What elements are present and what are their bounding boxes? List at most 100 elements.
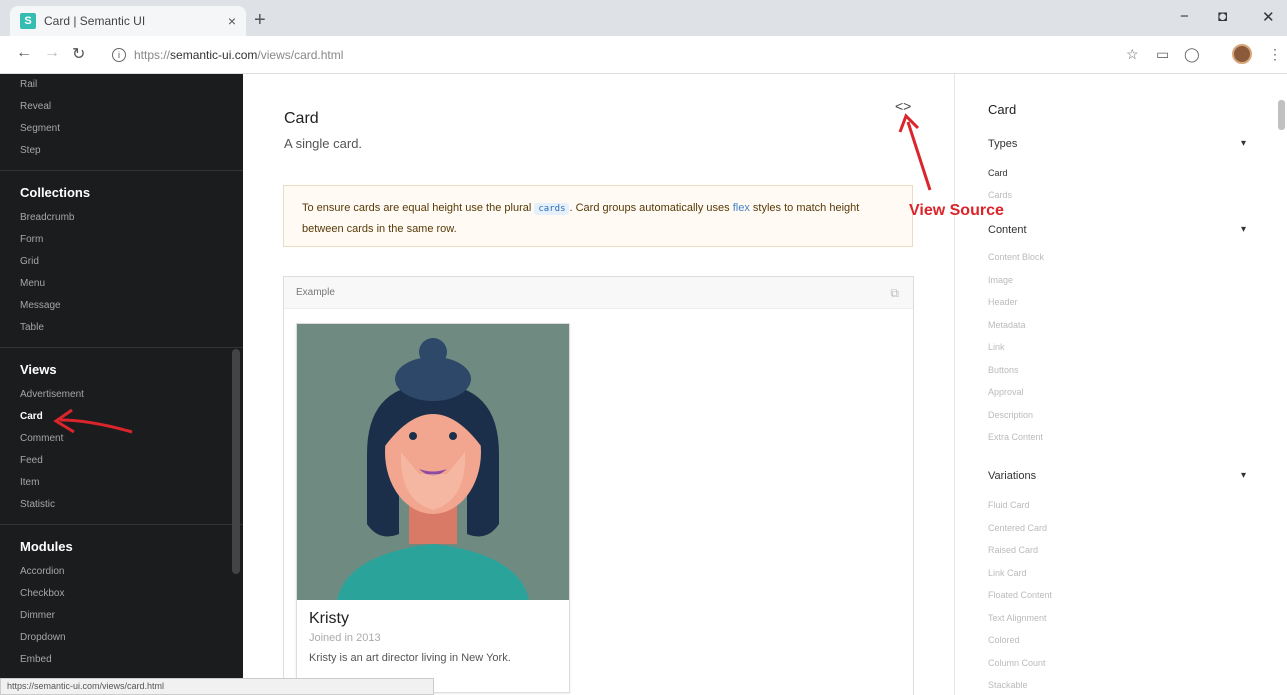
minimize-button[interactable]: − [1180, 8, 1189, 25]
toc-item-description[interactable]: Description [988, 410, 1033, 420]
caret-down-icon[interactable]: ▾ [1241, 470, 1246, 481]
toc-item-card[interactable]: Card [988, 168, 1008, 178]
card-image [297, 324, 569, 600]
toc-section-types[interactable]: Types [988, 138, 1017, 150]
caret-down-icon[interactable]: ▾ [1241, 224, 1246, 235]
view-source-annotation: View Source [909, 202, 1004, 219]
card-meta: Joined in 2013 [309, 632, 381, 644]
forward-arrow-icon[interactable]: → [44, 44, 60, 62]
sidebar-item-accordion[interactable]: Accordion [0, 561, 243, 583]
main-content: Card A single card. <> To ensure cards a… [243, 74, 954, 695]
toc-item-cards[interactable]: Cards [988, 190, 1012, 200]
toc-item-raised-card[interactable]: Raised Card [988, 545, 1038, 555]
sidebar-item-segment[interactable]: Segment [0, 118, 243, 140]
toc-item-approval[interactable]: Approval [988, 387, 1024, 397]
tab-close-icon[interactable]: × [228, 13, 236, 29]
browser-tab[interactable]: S Card | Semantic UI × [10, 6, 246, 36]
toc-item-link[interactable]: Link [988, 342, 1005, 352]
toc-section-variations[interactable]: Variations [988, 470, 1036, 482]
status-bar-url: https://semantic-ui.com/views/card.html [0, 678, 434, 695]
toc-item-colored[interactable]: Colored [988, 635, 1020, 645]
toc-title: Card [988, 102, 1017, 117]
sidebar-item-message[interactable]: Message [0, 295, 243, 317]
sidebar-item-form[interactable]: Form [0, 229, 243, 251]
bookmark-star-icon[interactable]: ☆ [1126, 46, 1139, 63]
example-segment: Example ⧉ Kristy Joined in 2013 Kristy i… [283, 276, 914, 695]
sidebar-item-step[interactable]: Step [0, 140, 243, 162]
profile-avatar[interactable] [1232, 44, 1252, 64]
info-icon[interactable]: i [112, 48, 126, 62]
avatar-illustration [297, 324, 569, 600]
toc-item-extra-content[interactable]: Extra Content [988, 432, 1043, 442]
sidebar-item-checkbox[interactable]: Checkbox [0, 583, 243, 605]
caret-down-icon[interactable]: ▾ [1241, 138, 1246, 149]
sidebar-item-grid[interactable]: Grid [0, 251, 243, 273]
card[interactable]: Kristy Joined in 2013 Kristy is an art d… [296, 323, 570, 693]
sidebar-item-menu[interactable]: Menu [0, 273, 243, 295]
card-description: Kristy is an art director living in New … [309, 652, 511, 664]
note-text-mid: . Card groups automatically uses [569, 202, 730, 214]
sidebar-item-table[interactable]: Table [0, 317, 243, 339]
sidebar-item-card[interactable]: Card [0, 406, 243, 428]
sidebar-header-modules: Modules [20, 539, 73, 554]
example-label: Example [296, 287, 335, 298]
divider [0, 170, 243, 171]
browser-toolbar: ← → ↻ i https://semantic-ui.com/views/ca… [0, 36, 1287, 74]
toc-item-column-count[interactable]: Column Count [988, 658, 1046, 668]
new-tab-button[interactable]: + [254, 9, 266, 32]
toc-item-stackable[interactable]: Stackable [988, 680, 1028, 690]
info-message: To ensure cards are equal height use the… [283, 185, 913, 247]
example-header: Example ⧉ [284, 277, 913, 309]
sidebar-item-feed[interactable]: Feed [0, 450, 243, 472]
toc-item-metadata[interactable]: Metadata [988, 320, 1026, 330]
toc-item-image[interactable]: Image [988, 275, 1013, 285]
sidebar-item-rail[interactable]: Rail [0, 74, 243, 96]
extension-icon[interactable]: ◯ [1184, 46, 1200, 63]
sidebar-item-embed[interactable]: Embed [0, 649, 243, 671]
card-content: Kristy Joined in 2013 Kristy is an art d… [297, 600, 569, 674]
sidebar-scrollbar[interactable] [232, 349, 240, 574]
sidebar-item-statistic[interactable]: Statistic [0, 494, 243, 516]
page-scrollbar[interactable] [1278, 100, 1285, 130]
sidebar-item-dimmer[interactable]: Dimmer [0, 605, 243, 627]
url-path: /views/card.html [257, 48, 344, 62]
sidebar-item-advertisement[interactable]: Advertisement [0, 384, 243, 406]
card-header: Kristy [309, 610, 349, 627]
toc-item-text-alignment[interactable]: Text Alignment [988, 613, 1047, 623]
semantic-ui-favicon: S [20, 13, 36, 29]
sidebar-item-reveal[interactable]: Reveal [0, 96, 243, 118]
cast-icon[interactable]: ▭ [1156, 46, 1169, 63]
toc-item-header[interactable]: Header [988, 297, 1018, 307]
divider [0, 524, 243, 525]
toc-section-content[interactable]: Content [988, 224, 1027, 236]
copy-code-icon[interactable]: ⧉ [890, 277, 899, 309]
menu-dots-icon[interactable]: ⋮ [1268, 46, 1282, 63]
sidebar-item-item[interactable]: Item [0, 472, 243, 494]
page-title: Card [284, 110, 319, 127]
sidebar-header-views: Views [20, 362, 57, 377]
right-toc: Card Types ▾ Card Cards Content ▾ Content… [954, 74, 1287, 695]
reload-icon[interactable]: ↻ [72, 44, 85, 64]
note-text: To ensure cards are equal height use the… [302, 202, 532, 214]
toc-item-content-block[interactable]: Content Block [988, 252, 1044, 262]
toc-item-fluid-card[interactable]: Fluid Card [988, 500, 1030, 510]
page-subtitle: A single card. [284, 136, 363, 151]
divider [0, 347, 243, 348]
sidebar-item-breadcrumb[interactable]: Breadcrumb [0, 207, 243, 229]
toc-item-link-card[interactable]: Link Card [988, 568, 1027, 578]
view-source-icon[interactable]: <> [895, 98, 911, 114]
restore-button[interactable]: ◘ [1218, 8, 1227, 25]
toc-item-buttons[interactable]: Buttons [988, 365, 1019, 375]
flex-link[interactable]: flex [733, 202, 750, 214]
toc-item-floated-content[interactable]: Floated Content [988, 590, 1052, 600]
toc-item-centered-card[interactable]: Centered Card [988, 523, 1047, 533]
sidebar-header-collections: Collections [20, 185, 91, 200]
back-arrow-icon[interactable]: ← [16, 44, 32, 62]
window-close-button[interactable]: ✕ [1262, 8, 1275, 26]
address-bar[interactable]: i https://semantic-ui.com/views/card.htm… [112, 42, 1112, 68]
tab-title: Card | Semantic UI [44, 14, 146, 28]
sidebar-item-comment[interactable]: Comment [0, 428, 243, 450]
url-host: semantic-ui.com [170, 48, 258, 62]
sidebar-item-dropdown[interactable]: Dropdown [0, 627, 243, 649]
browser-tab-strip: S Card | Semantic UI × + − ◘ ✕ [0, 0, 1287, 36]
